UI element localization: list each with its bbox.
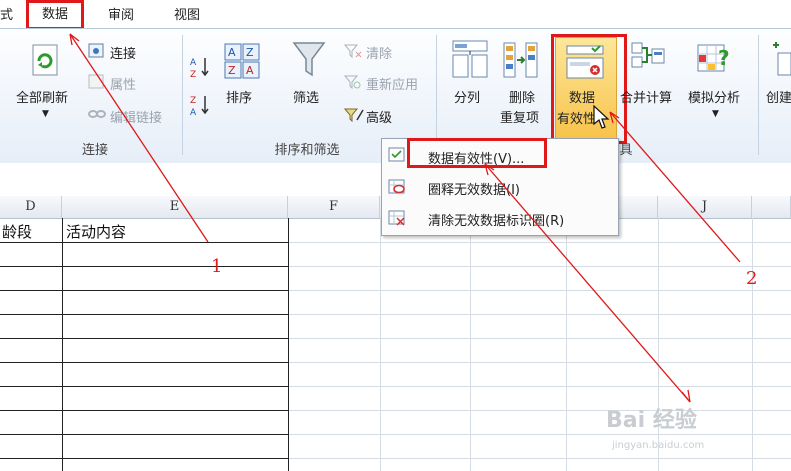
consolidate-icon — [630, 41, 666, 81]
text-to-columns-icon — [451, 39, 489, 81]
svg-text:A: A — [228, 46, 236, 59]
annotation-box-data-validation — [551, 34, 627, 144]
remove-duplicates-icon — [502, 41, 542, 81]
properties-button[interactable]: 属性 — [110, 74, 136, 93]
clear-filter-button[interactable]: 清除 — [366, 43, 392, 62]
sort-ascending-icon[interactable]: AZ — [190, 55, 212, 80]
column-header-d[interactable]: D — [0, 196, 62, 218]
create-group-button-partial[interactable]: 创建 — [766, 87, 791, 106]
table-border — [0, 410, 289, 411]
grid-line — [288, 290, 791, 291]
mouse-cursor-icon — [592, 104, 612, 131]
svg-text:?: ? — [718, 46, 730, 70]
table-border — [0, 458, 289, 459]
grid-line — [288, 266, 791, 267]
group-separator — [436, 35, 437, 155]
annotation-number-2: 2 — [746, 268, 758, 289]
circle-invalid-data-icon — [388, 179, 406, 195]
sort-button[interactable]: 排序 — [226, 87, 252, 106]
table-border — [0, 242, 289, 243]
tab-formulas-partial[interactable]: 式 — [0, 4, 13, 23]
annotation-box-menu-item — [407, 138, 547, 168]
tab-data[interactable]: 数据 — [26, 0, 84, 30]
table-border — [0, 314, 289, 315]
edit-links-icon — [88, 107, 106, 121]
baidu-watermark: Bai 经验 — [606, 408, 697, 433]
refresh-dropdown-icon[interactable]: ▼ — [42, 109, 49, 119]
reapply-button[interactable]: 重新应用 — [366, 74, 418, 93]
grid-line — [288, 410, 791, 411]
connections-button[interactable]: 连接 — [110, 43, 136, 62]
baidu-watermark-url: jingyan.baidu.com — [612, 440, 705, 451]
clear-filter-icon — [343, 43, 362, 59]
menu-item-circle-invalid-data[interactable]: 圈释无效数据(I) — [428, 179, 520, 198]
svg-text:A: A — [246, 64, 254, 77]
properties-icon — [88, 74, 106, 90]
table-border — [0, 338, 289, 339]
what-if-analysis-button[interactable]: 模拟分析 — [688, 87, 740, 106]
text-to-columns-button[interactable]: 分列 — [454, 87, 480, 106]
table-border — [0, 266, 289, 267]
edit-links-button[interactable]: 编辑链接 — [110, 107, 162, 126]
reapply-icon — [343, 74, 362, 90]
filter-button[interactable]: 筛选 — [293, 87, 319, 106]
group-separator — [182, 35, 183, 155]
menu-item-clear-validation-circles[interactable]: 清除无效数据标识圈(R) — [428, 210, 564, 229]
annotation-number-1: 1 — [211, 256, 223, 277]
svg-text:Z: Z — [228, 64, 236, 77]
column-header-f[interactable]: F — [288, 196, 380, 218]
advanced-filter-icon — [343, 107, 364, 123]
grid-line — [288, 314, 791, 315]
consolidate-button[interactable]: 合并计算 — [620, 87, 672, 106]
what-if-analysis-icon: ? — [696, 39, 732, 81]
ribbon-tab-bar: 式 数据 审阅 视图 — [0, 0, 791, 30]
group-label-data-tools: 具 — [619, 143, 633, 158]
svg-text:Z: Z — [190, 96, 196, 106]
sort-icon: AZZA — [224, 43, 260, 79]
table-border — [0, 386, 289, 387]
group-label-sort-filter: 排序和筛选 — [274, 143, 340, 158]
clear-validation-circles-icon — [388, 210, 406, 226]
remove-duplicates-line1[interactable]: 删除 — [509, 87, 535, 106]
svg-text:Z: Z — [246, 46, 254, 59]
advanced-filter-button[interactable]: 高级 — [366, 107, 392, 126]
grid-line — [288, 362, 791, 363]
connections-icon — [88, 43, 106, 59]
table-border — [0, 434, 289, 435]
group-outline-icon — [770, 41, 791, 77]
what-if-dropdown-icon[interactable]: ▼ — [712, 109, 719, 119]
grid-line — [288, 242, 791, 243]
table-border — [0, 362, 289, 363]
grid-line — [288, 458, 791, 459]
grid-line — [288, 434, 791, 435]
svg-text:A: A — [190, 108, 197, 117]
data-validation-menu-icon — [388, 147, 406, 163]
grid-line — [288, 386, 791, 387]
table-border — [0, 290, 289, 291]
refresh-all-icon — [30, 43, 60, 79]
column-header-e[interactable]: E — [62, 196, 288, 218]
sort-descending-icon[interactable]: ZA — [190, 93, 212, 118]
tab-review[interactable]: 审阅 — [108, 4, 134, 23]
cell-e-header[interactable]: 活动内容 — [66, 221, 126, 242]
group-separator — [758, 35, 759, 155]
column-header-j[interactable]: J — [658, 196, 752, 218]
remove-duplicates-line2[interactable]: 重复项 — [500, 107, 539, 126]
cell-d-header[interactable]: 龄段 — [2, 221, 32, 242]
tab-view[interactable]: 视图 — [174, 4, 200, 23]
refresh-all-button[interactable]: 全部刷新 — [16, 87, 68, 106]
group-label-connections: 连接 — [81, 143, 108, 158]
column-header-k[interactable] — [752, 196, 791, 218]
svg-text:Z: Z — [190, 70, 196, 79]
grid-line — [288, 338, 791, 339]
filter-icon — [292, 39, 326, 79]
svg-text:A: A — [190, 58, 197, 68]
